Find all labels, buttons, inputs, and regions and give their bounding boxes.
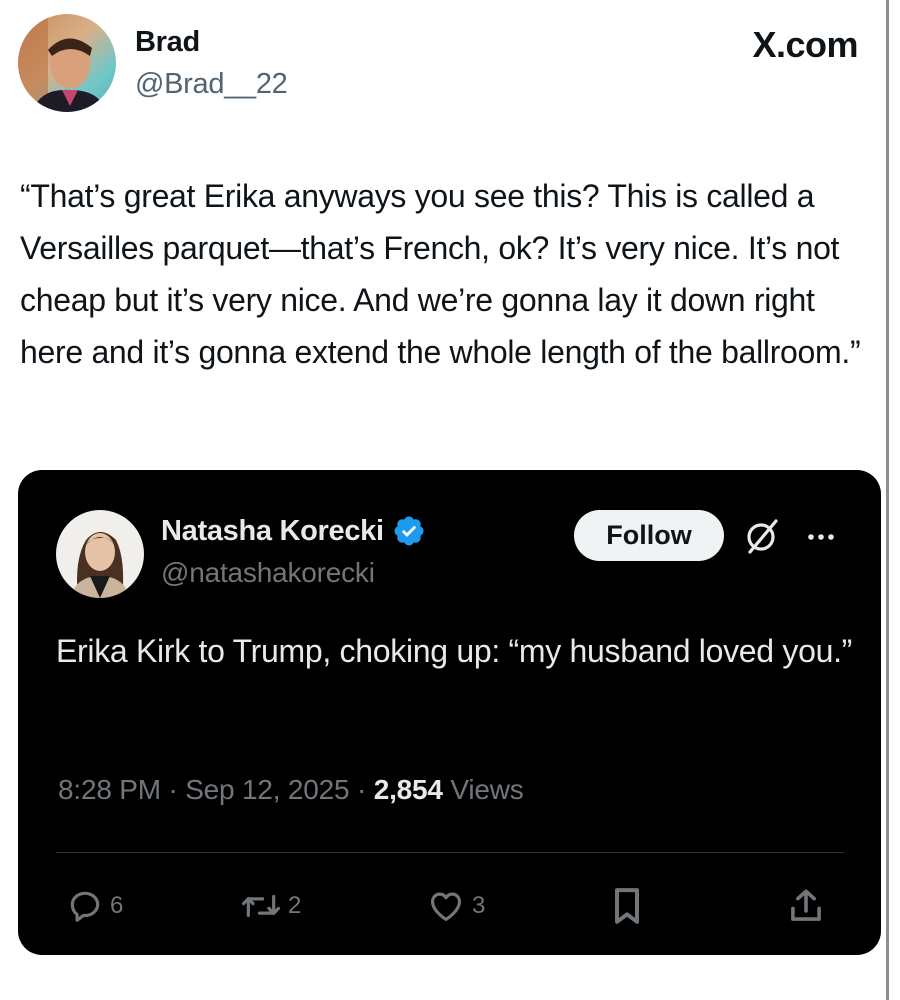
like-count: 3: [472, 892, 486, 919]
scrollbar-edge: [886, 0, 889, 1000]
more-icon[interactable]: [804, 522, 838, 552]
follow-button[interactable]: Follow: [574, 510, 724, 561]
retweet-button[interactable]: 2: [240, 884, 301, 928]
quoted-post-text: Erika Kirk to Trump, choking up: “my hus…: [56, 633, 853, 669]
post-metadata: 8:28 PM · Sep 12, 2025 · 2,854 Views: [58, 774, 524, 806]
divider: [56, 852, 844, 853]
bookmark-button[interactable]: [610, 884, 644, 928]
quoted-author-handle[interactable]: @natashakorecki: [161, 557, 375, 589]
views-label: Views: [450, 774, 524, 805]
quoted-author-name-row[interactable]: Natasha Korecki: [161, 514, 426, 548]
views-count: 2,854: [373, 774, 443, 805]
quoted-author-name[interactable]: Natasha Korecki: [161, 515, 384, 548]
author-name[interactable]: Brad: [135, 26, 200, 59]
share-button[interactable]: [788, 884, 824, 928]
embedded-post-card[interactable]: Natasha Korecki @natashakorecki Follow E…: [18, 470, 881, 955]
retweet-count: 2: [288, 892, 302, 919]
author-avatar[interactable]: [18, 14, 116, 112]
author-handle[interactable]: @Brad__22: [135, 68, 288, 101]
retweet-icon: [241, 894, 280, 918]
meta-separator: ·: [168, 774, 178, 805]
heart-icon: [430, 892, 462, 922]
verified-badge-icon: [394, 516, 424, 546]
reply-count: 6: [110, 892, 124, 919]
post-date[interactable]: Sep 12, 2025: [185, 774, 349, 805]
bookmark-icon: [615, 888, 639, 924]
post-text: “That’s great Erika anyways you see this…: [20, 178, 861, 370]
share-icon: [791, 889, 821, 921]
grok-icon[interactable]: [742, 516, 782, 556]
meta-separator: ·: [357, 774, 367, 805]
brand-logo-text: X.com: [752, 24, 858, 65]
quoted-author-avatar[interactable]: [56, 510, 144, 598]
reply-button[interactable]: 6: [66, 884, 123, 928]
reply-icon: [70, 891, 100, 922]
post-time[interactable]: 8:28 PM: [58, 774, 161, 805]
like-button[interactable]: 3: [426, 884, 485, 928]
